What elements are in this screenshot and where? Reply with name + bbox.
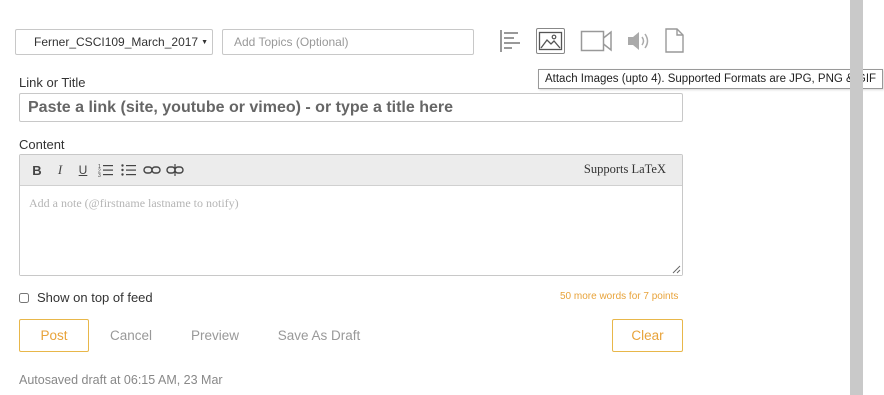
course-dropdown[interactable]: Ferner_CSCI109_March_2017 ▼ xyxy=(15,29,213,55)
text-align-icon[interactable] xyxy=(496,27,524,55)
post-composer: Ferner_CSCI109_March_2017 ▼ Add Topics (… xyxy=(0,0,884,395)
autosave-status: Autosaved draft at 06:15 AM, 23 Mar xyxy=(19,373,223,387)
resize-grip-icon[interactable] xyxy=(672,265,681,274)
bold-button[interactable]: B xyxy=(26,160,48,180)
audio-icon[interactable] xyxy=(626,27,654,55)
content-editor: B I U 1 2 3 Supports LaTeX Add a note (@… xyxy=(19,154,683,276)
image-tooltip: Attach Images (upto 4). Supported Format… xyxy=(538,69,884,89)
cancel-button[interactable]: Cancel xyxy=(104,319,158,352)
latex-support-note: Supports LaTeX xyxy=(583,162,666,176)
show-on-top-option[interactable]: Show on top of feed xyxy=(19,290,153,305)
save-draft-button[interactable]: Save As Draft xyxy=(272,319,366,352)
points-hint: 50 more words for 7 points xyxy=(560,291,679,302)
svg-text:3: 3 xyxy=(98,173,101,177)
image-icon[interactable] xyxy=(536,28,565,54)
file-icon[interactable] xyxy=(664,27,686,55)
clear-button[interactable]: Clear xyxy=(612,319,683,352)
video-icon[interactable] xyxy=(580,27,614,55)
content-label: Content xyxy=(19,137,65,152)
italic-button[interactable]: I xyxy=(49,160,71,180)
vertical-scrollbar[interactable] xyxy=(850,0,863,395)
link-title-label: Link or Title xyxy=(19,75,86,90)
editor-toolbar: B I U 1 2 3 Supports LaTeX xyxy=(20,155,682,186)
course-dropdown-value: Ferner_CSCI109_March_2017 xyxy=(34,35,199,49)
post-button[interactable]: Post xyxy=(19,319,89,352)
link-title-input[interactable] xyxy=(19,93,683,122)
show-on-top-checkbox[interactable] xyxy=(19,292,29,303)
note-textarea[interactable] xyxy=(20,186,682,275)
bulleted-list-icon[interactable] xyxy=(118,160,140,180)
caret-down-icon: ▼ xyxy=(201,38,209,46)
show-on-top-label: Show on top of feed xyxy=(37,290,153,305)
link-icon[interactable] xyxy=(141,160,163,180)
underline-button[interactable]: U xyxy=(72,160,94,180)
unlink-icon[interactable] xyxy=(164,160,186,180)
preview-button[interactable]: Preview xyxy=(186,319,244,352)
ordered-list-icon[interactable]: 1 2 3 xyxy=(95,160,117,180)
topics-input[interactable] xyxy=(222,29,474,55)
